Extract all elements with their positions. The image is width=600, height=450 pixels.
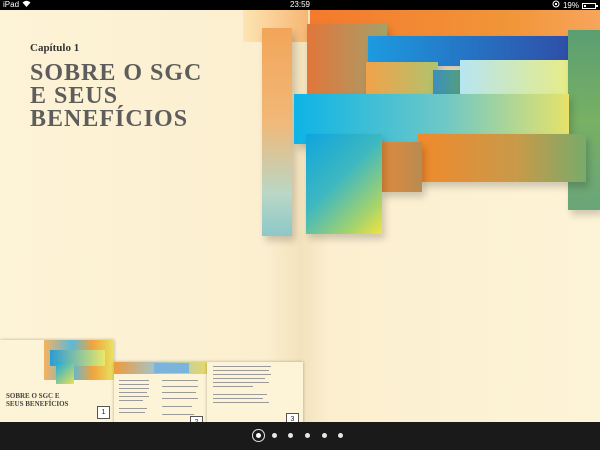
- chapter-title: SOBRE O SGC E SEUS BENEFÍCIOS: [30, 60, 270, 132]
- battery-icon: [582, 2, 598, 9]
- thumbnail-page-1[interactable]: SOBRE O SGC E SEUS BENEFÍCIOS 1: [0, 340, 114, 422]
- page-number: 1: [97, 406, 110, 419]
- page-dot[interactable]: [256, 433, 261, 438]
- page-dot[interactable]: [288, 433, 293, 438]
- book-spread[interactable]: Capítulo 1 SOBRE O SGC E SEUS BENEFÍCIOS…: [0, 10, 600, 422]
- page-number: 3: [286, 413, 299, 422]
- title-line: E SEUS: [30, 83, 119, 109]
- chapter-label: Capítulo 1: [30, 42, 80, 54]
- clock: 23:59: [289, 0, 311, 9]
- page-dot[interactable]: [305, 433, 310, 438]
- thumbnail-page-3[interactable]: 3: [207, 362, 303, 422]
- title-line: BENEFÍCIOS: [30, 106, 189, 132]
- battery-percent: 19%: [562, 0, 579, 10]
- page-indicator-bar: [0, 422, 600, 450]
- thumbnail-page-2[interactable]: 2: [114, 362, 207, 422]
- thumbnail-title: SOBRE O SGC E SEUS BENEFÍCIOS: [6, 392, 69, 408]
- title-line: SOBRE O SGC: [30, 60, 203, 86]
- page-dot[interactable]: [338, 433, 343, 438]
- status-bar: iPad 23:59 19%: [0, 0, 600, 10]
- page-dot[interactable]: [322, 433, 327, 438]
- page-thumbnails: SOBRE O SGC E SEUS BENEFÍCIOS 1 2: [0, 340, 600, 422]
- page-dot[interactable]: [272, 433, 277, 438]
